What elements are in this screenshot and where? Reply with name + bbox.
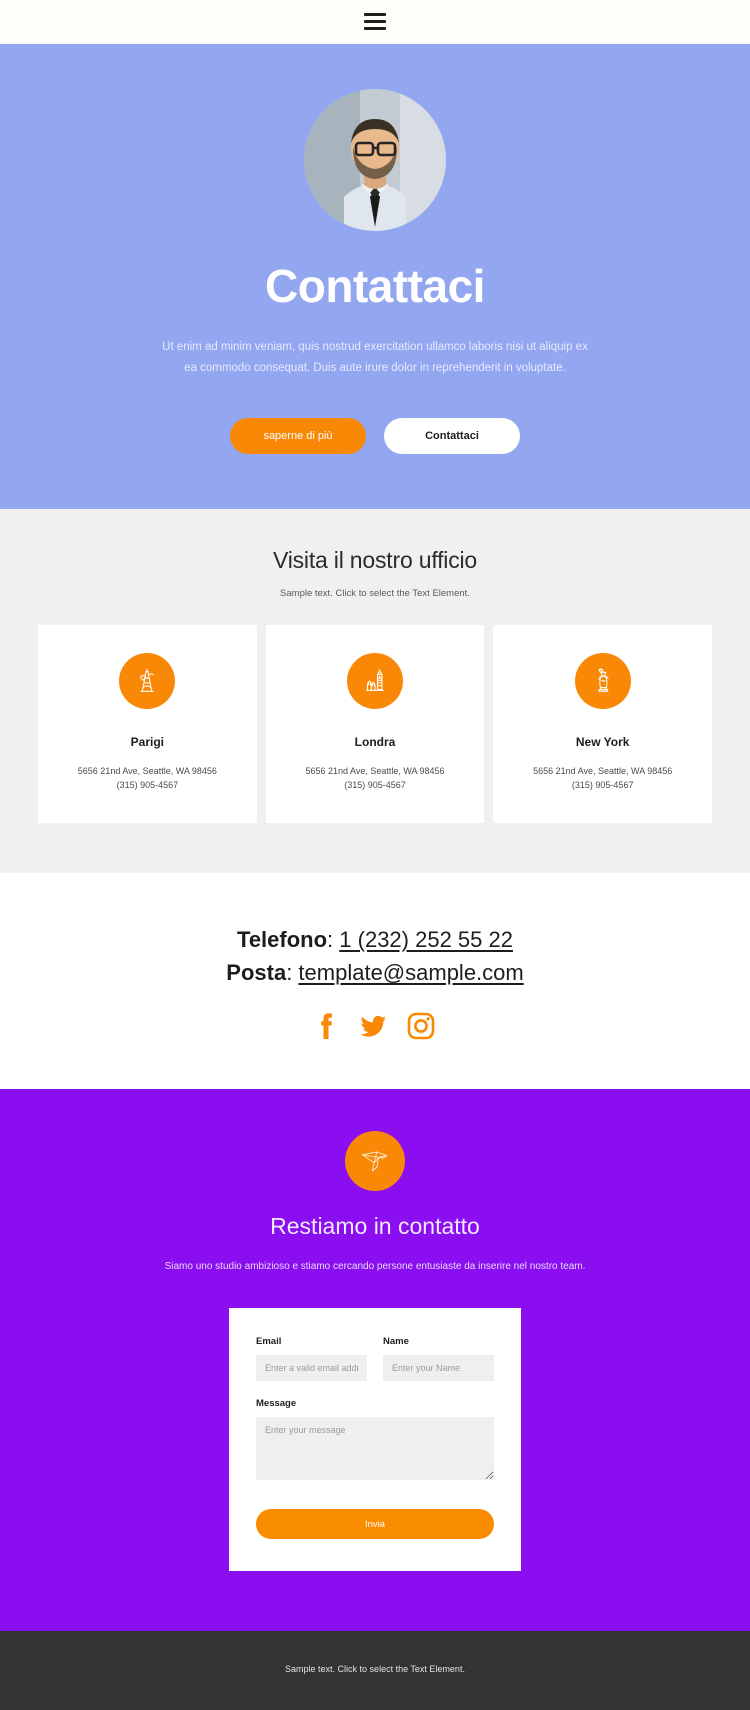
cta-heading: Restiamo in contatto [270, 1213, 480, 1240]
hero-button-group: saperne di più Contattaci [20, 417, 730, 454]
hero-description: Ut enim ad minim veniam, quis nostrud ex… [162, 341, 588, 375]
burger-line-3 [364, 27, 386, 30]
facebook-icon[interactable] [314, 1011, 340, 1041]
avatar [304, 89, 446, 231]
contact-form: Email Name Message Invia [229, 1308, 521, 1572]
message-field-group: Message [256, 1398, 494, 1485]
name-field-group: Name [383, 1336, 494, 1382]
office-address-line: 5656 21nd Ave, Seattle, WA 98456 [77, 765, 217, 776]
instagram-icon[interactable] [406, 1011, 436, 1041]
office-address-line: 5656 21nd Ave, Seattle, WA 98456 [305, 765, 445, 776]
cta-section: Restiamo in contatto Siamo uno studio am… [0, 1089, 750, 1632]
message-textarea[interactable] [256, 1417, 494, 1481]
name-field-label: Name [383, 1336, 409, 1348]
cta-subtitle: Siamo uno studio ambizioso e stiamo cerc… [164, 1261, 586, 1273]
office-name: Parigi [130, 734, 165, 749]
name-input[interactable] [383, 1355, 494, 1382]
submit-button[interactable]: Invia [256, 1509, 494, 1540]
office-phone-line: (315) 905-4567 [116, 780, 179, 791]
footer-text: Sample text. Click to select the Text El… [285, 1664, 465, 1675]
offices-subtitle: Sample text. Click to select the Text El… [280, 587, 470, 599]
office-name: Londra [354, 734, 396, 749]
origami-bird-icon [345, 1131, 405, 1192]
learn-more-button[interactable]: saperne di più [230, 417, 366, 454]
contact-details-section: Telefono: 1 (232) 252 55 22 Posta: templ… [0, 873, 750, 1090]
email-link[interactable]: template@sample.com [298, 960, 523, 985]
office-card-parigi[interactable]: Parigi 5656 21nd Ave, Seattle, WA 98456 … [38, 624, 257, 824]
offices-section: Visita il nostro ufficio Sample text. Cl… [0, 508, 750, 874]
page-footer: Sample text. Click to select the Text El… [0, 1631, 750, 1710]
hamburger-menu-icon[interactable] [364, 13, 386, 30]
burger-line-2 [364, 20, 386, 23]
top-navigation-bar [0, 0, 750, 44]
office-phone-line: (315) 905-4567 [571, 780, 634, 791]
office-address: 5656 21nd Ave, Seattle, WA 98456 (315) 9… [507, 764, 698, 794]
page-title: Contattaci [265, 260, 485, 312]
burger-line-1 [364, 13, 386, 16]
office-address: 5656 21nd Ave, Seattle, WA 98456 (315) 9… [52, 764, 243, 794]
phone-link[interactable]: 1 (232) 252 55 22 [339, 927, 513, 952]
big-ben-icon [347, 652, 403, 709]
phone-label: Telefono [237, 927, 328, 953]
office-name: New York [575, 734, 630, 749]
phone-line: Telefono: 1 (232) 252 55 22 [20, 923, 730, 956]
email-input[interactable] [256, 1355, 367, 1382]
form-row-top: Email Name [256, 1336, 494, 1382]
offices-heading: Visita il nostro ufficio [272, 546, 477, 573]
office-card-list: Parigi 5656 21nd Ave, Seattle, WA 98456 … [38, 624, 713, 824]
contact-us-button[interactable]: Contattaci [384, 417, 520, 454]
twitter-icon[interactable] [358, 1011, 388, 1041]
email-field-group: Email [256, 1336, 367, 1382]
email-line: Posta: template@sample.com [20, 956, 730, 989]
office-address: 5656 21nd Ave, Seattle, WA 98456 (315) 9… [280, 764, 471, 794]
message-field-label: Message [256, 1398, 297, 1410]
hero-section: Contattaci Ut enim ad minim veniam, quis… [0, 44, 750, 509]
office-card-new-york[interactable]: New York 5656 21nd Ave, Seattle, WA 9845… [493, 624, 713, 824]
office-address-line: 5656 21nd Ave, Seattle, WA 98456 [533, 765, 673, 776]
office-card-londra[interactable]: Londra 5656 21nd Ave, Seattle, WA 98456 … [265, 624, 485, 824]
social-links [20, 1011, 730, 1041]
office-phone-line: (315) 905-4567 [344, 780, 406, 791]
email-label: Posta [226, 960, 287, 986]
eiffel-tower-icon [119, 652, 176, 709]
statue-of-liberty-icon [574, 652, 631, 709]
email-separator: : [286, 960, 299, 986]
email-field-label: Email [256, 1336, 282, 1348]
phone-separator: : [327, 927, 340, 953]
